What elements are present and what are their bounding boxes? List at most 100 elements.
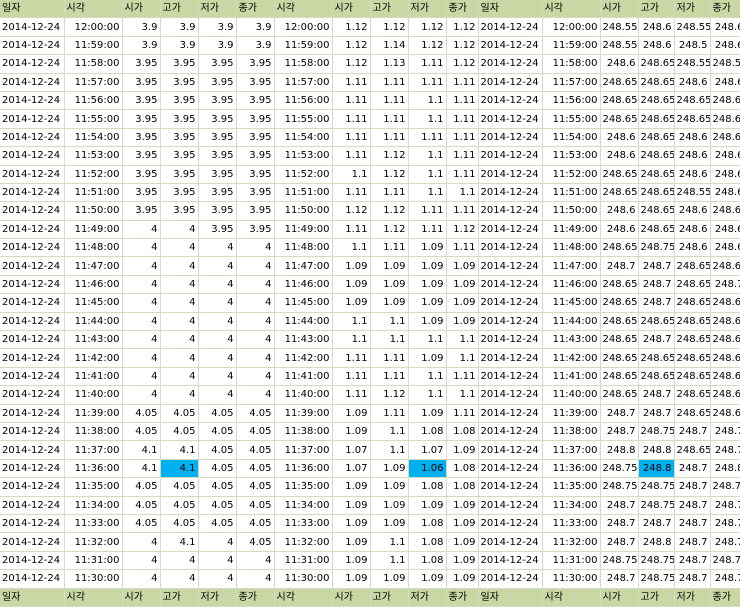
table-cell[interactable]: 11:48:00: [274, 238, 333, 258]
table-cell[interactable]: 12:00:00: [274, 17, 333, 37]
table-cell[interactable]: 248.75: [638, 569, 675, 589]
selected-cell[interactable]: 1.06: [408, 459, 447, 479]
table-cell[interactable]: 3.95: [160, 128, 199, 148]
table-cell[interactable]: 2014-12-24: [0, 440, 65, 460]
table-cell[interactable]: 248.7: [600, 532, 639, 552]
table-cell[interactable]: 248.6: [674, 201, 711, 221]
table-cell[interactable]: 248.7: [600, 404, 639, 423]
table-cell[interactable]: 1.09: [332, 514, 371, 534]
footer-header-cell[interactable]: 일자: [0, 588, 65, 607]
table-cell[interactable]: 248.55: [600, 17, 639, 37]
table-cell[interactable]: 2014-12-24: [0, 496, 65, 515]
table-cell[interactable]: 248.65: [638, 220, 675, 240]
table-cell[interactable]: 248.75: [638, 477, 675, 497]
table-cell[interactable]: 11:57:00: [542, 73, 601, 92]
table-cell[interactable]: 248.75: [710, 477, 740, 497]
table-cell[interactable]: 3.9: [198, 17, 237, 37]
table-cell[interactable]: 11:47:00: [64, 256, 123, 276]
table-cell[interactable]: 248.75: [600, 551, 639, 571]
footer-header-cell[interactable]: 일자: [478, 588, 543, 607]
table-cell[interactable]: 12:00:00: [542, 17, 601, 37]
table-cell[interactable]: 2014-12-24: [0, 128, 65, 148]
table-cell[interactable]: 2014-12-24: [0, 17, 65, 37]
table-cell[interactable]: 2014-12-24: [0, 146, 65, 166]
table-cell[interactable]: 1.11: [370, 91, 409, 111]
table-cell[interactable]: 4.1: [160, 440, 199, 460]
table-cell[interactable]: 248.75: [710, 551, 740, 571]
table-cell[interactable]: 1.09: [446, 275, 479, 295]
table-cell[interactable]: 248.7: [674, 459, 711, 479]
table-cell[interactable]: 1.07: [408, 440, 447, 460]
table-cell[interactable]: 2014-12-24: [0, 385, 65, 405]
table-cell[interactable]: 2014-12-24: [478, 201, 543, 221]
table-cell[interactable]: 248.65: [638, 201, 675, 221]
table-cell[interactable]: 1.11: [370, 348, 409, 368]
table-cell[interactable]: 4: [236, 238, 275, 258]
table-cell[interactable]: 248.65: [674, 330, 711, 350]
table-cell[interactable]: 4.05: [160, 514, 199, 534]
table-cell[interactable]: 1.11: [332, 367, 371, 387]
table-cell[interactable]: 11:39:00: [274, 404, 333, 423]
table-cell[interactable]: 1.08: [446, 459, 479, 479]
table-cell[interactable]: 2014-12-24: [478, 128, 543, 148]
table-cell[interactable]: 4.05: [198, 514, 237, 534]
table-cell[interactable]: 1.09: [446, 532, 479, 552]
table-cell[interactable]: 248.7: [638, 275, 675, 295]
table-cell[interactable]: 11:51:00: [64, 183, 123, 203]
table-cell[interactable]: 248.8: [600, 440, 639, 460]
table-cell[interactable]: 1.11: [332, 109, 371, 129]
table-cell[interactable]: 2014-12-24: [478, 183, 543, 203]
table-cell[interactable]: 248.65: [600, 109, 639, 129]
table-cell[interactable]: 248.65: [638, 109, 675, 129]
table-cell[interactable]: 4: [160, 238, 199, 258]
table-cell[interactable]: 1.09: [408, 404, 447, 423]
table-cell[interactable]: 4.05: [122, 477, 161, 497]
table-cell[interactable]: 1.1: [408, 367, 447, 387]
table-cell[interactable]: 11:45:00: [64, 293, 123, 313]
table-cell[interactable]: 248.65: [638, 146, 675, 166]
table-cell[interactable]: 2014-12-24: [478, 348, 543, 368]
table-cell[interactable]: 248.55: [710, 54, 740, 74]
table-cell[interactable]: 2014-12-24: [0, 220, 65, 240]
table-cell[interactable]: 11:37:00: [542, 440, 601, 460]
table-cell[interactable]: 1.11: [446, 128, 479, 148]
table-cell[interactable]: 248.65: [674, 348, 711, 368]
table-cell[interactable]: 248.7: [710, 514, 740, 534]
table-cell[interactable]: 1.1: [446, 385, 479, 405]
table-cell[interactable]: 1.11: [446, 146, 479, 166]
table-cell[interactable]: 248.65: [674, 293, 711, 313]
table-cell[interactable]: 248.55: [674, 54, 711, 74]
table-cell[interactable]: 248.6: [710, 238, 740, 258]
table-cell[interactable]: 11:38:00: [542, 422, 601, 442]
table-cell[interactable]: 11:50:00: [274, 201, 333, 221]
table-cell[interactable]: 4.05: [236, 477, 275, 497]
table-cell[interactable]: 1.09: [370, 275, 409, 295]
table-cell[interactable]: 11:55:00: [64, 109, 123, 129]
table-cell[interactable]: 248.6: [600, 128, 639, 148]
table-cell[interactable]: 1.11: [370, 183, 409, 203]
table-cell[interactable]: 2014-12-24: [0, 91, 65, 111]
table-cell[interactable]: 4.05: [122, 496, 161, 515]
table-cell[interactable]: 1.1: [370, 422, 409, 442]
table-cell[interactable]: 3.95: [160, 165, 199, 184]
table-cell[interactable]: 3.95: [122, 109, 161, 129]
table-cell[interactable]: 11:31:00: [274, 551, 333, 571]
table-cell[interactable]: 1.08: [446, 422, 479, 442]
table-cell[interactable]: 4.05: [198, 496, 237, 515]
table-cell[interactable]: 11:34:00: [542, 496, 601, 515]
table-cell[interactable]: 248.7: [710, 440, 740, 460]
table-cell[interactable]: 2014-12-24: [478, 459, 543, 479]
table-cell[interactable]: 4: [160, 348, 199, 368]
table-cell[interactable]: 2014-12-24: [0, 293, 65, 313]
table-cell[interactable]: 4: [122, 238, 161, 258]
table-cell[interactable]: 248.6: [674, 73, 711, 92]
table-cell[interactable]: 11:45:00: [542, 293, 601, 313]
table-cell[interactable]: 11:51:00: [542, 183, 601, 203]
table-cell[interactable]: 1.11: [446, 165, 479, 184]
table-cell[interactable]: 248.8: [638, 532, 675, 552]
footer-header-cell[interactable]: 종가: [446, 588, 479, 607]
table-cell[interactable]: 4.05: [160, 404, 199, 423]
table-cell[interactable]: 3.95: [122, 54, 161, 74]
table-cell[interactable]: 248.65: [710, 330, 740, 350]
table-cell[interactable]: 248.7: [674, 496, 711, 515]
